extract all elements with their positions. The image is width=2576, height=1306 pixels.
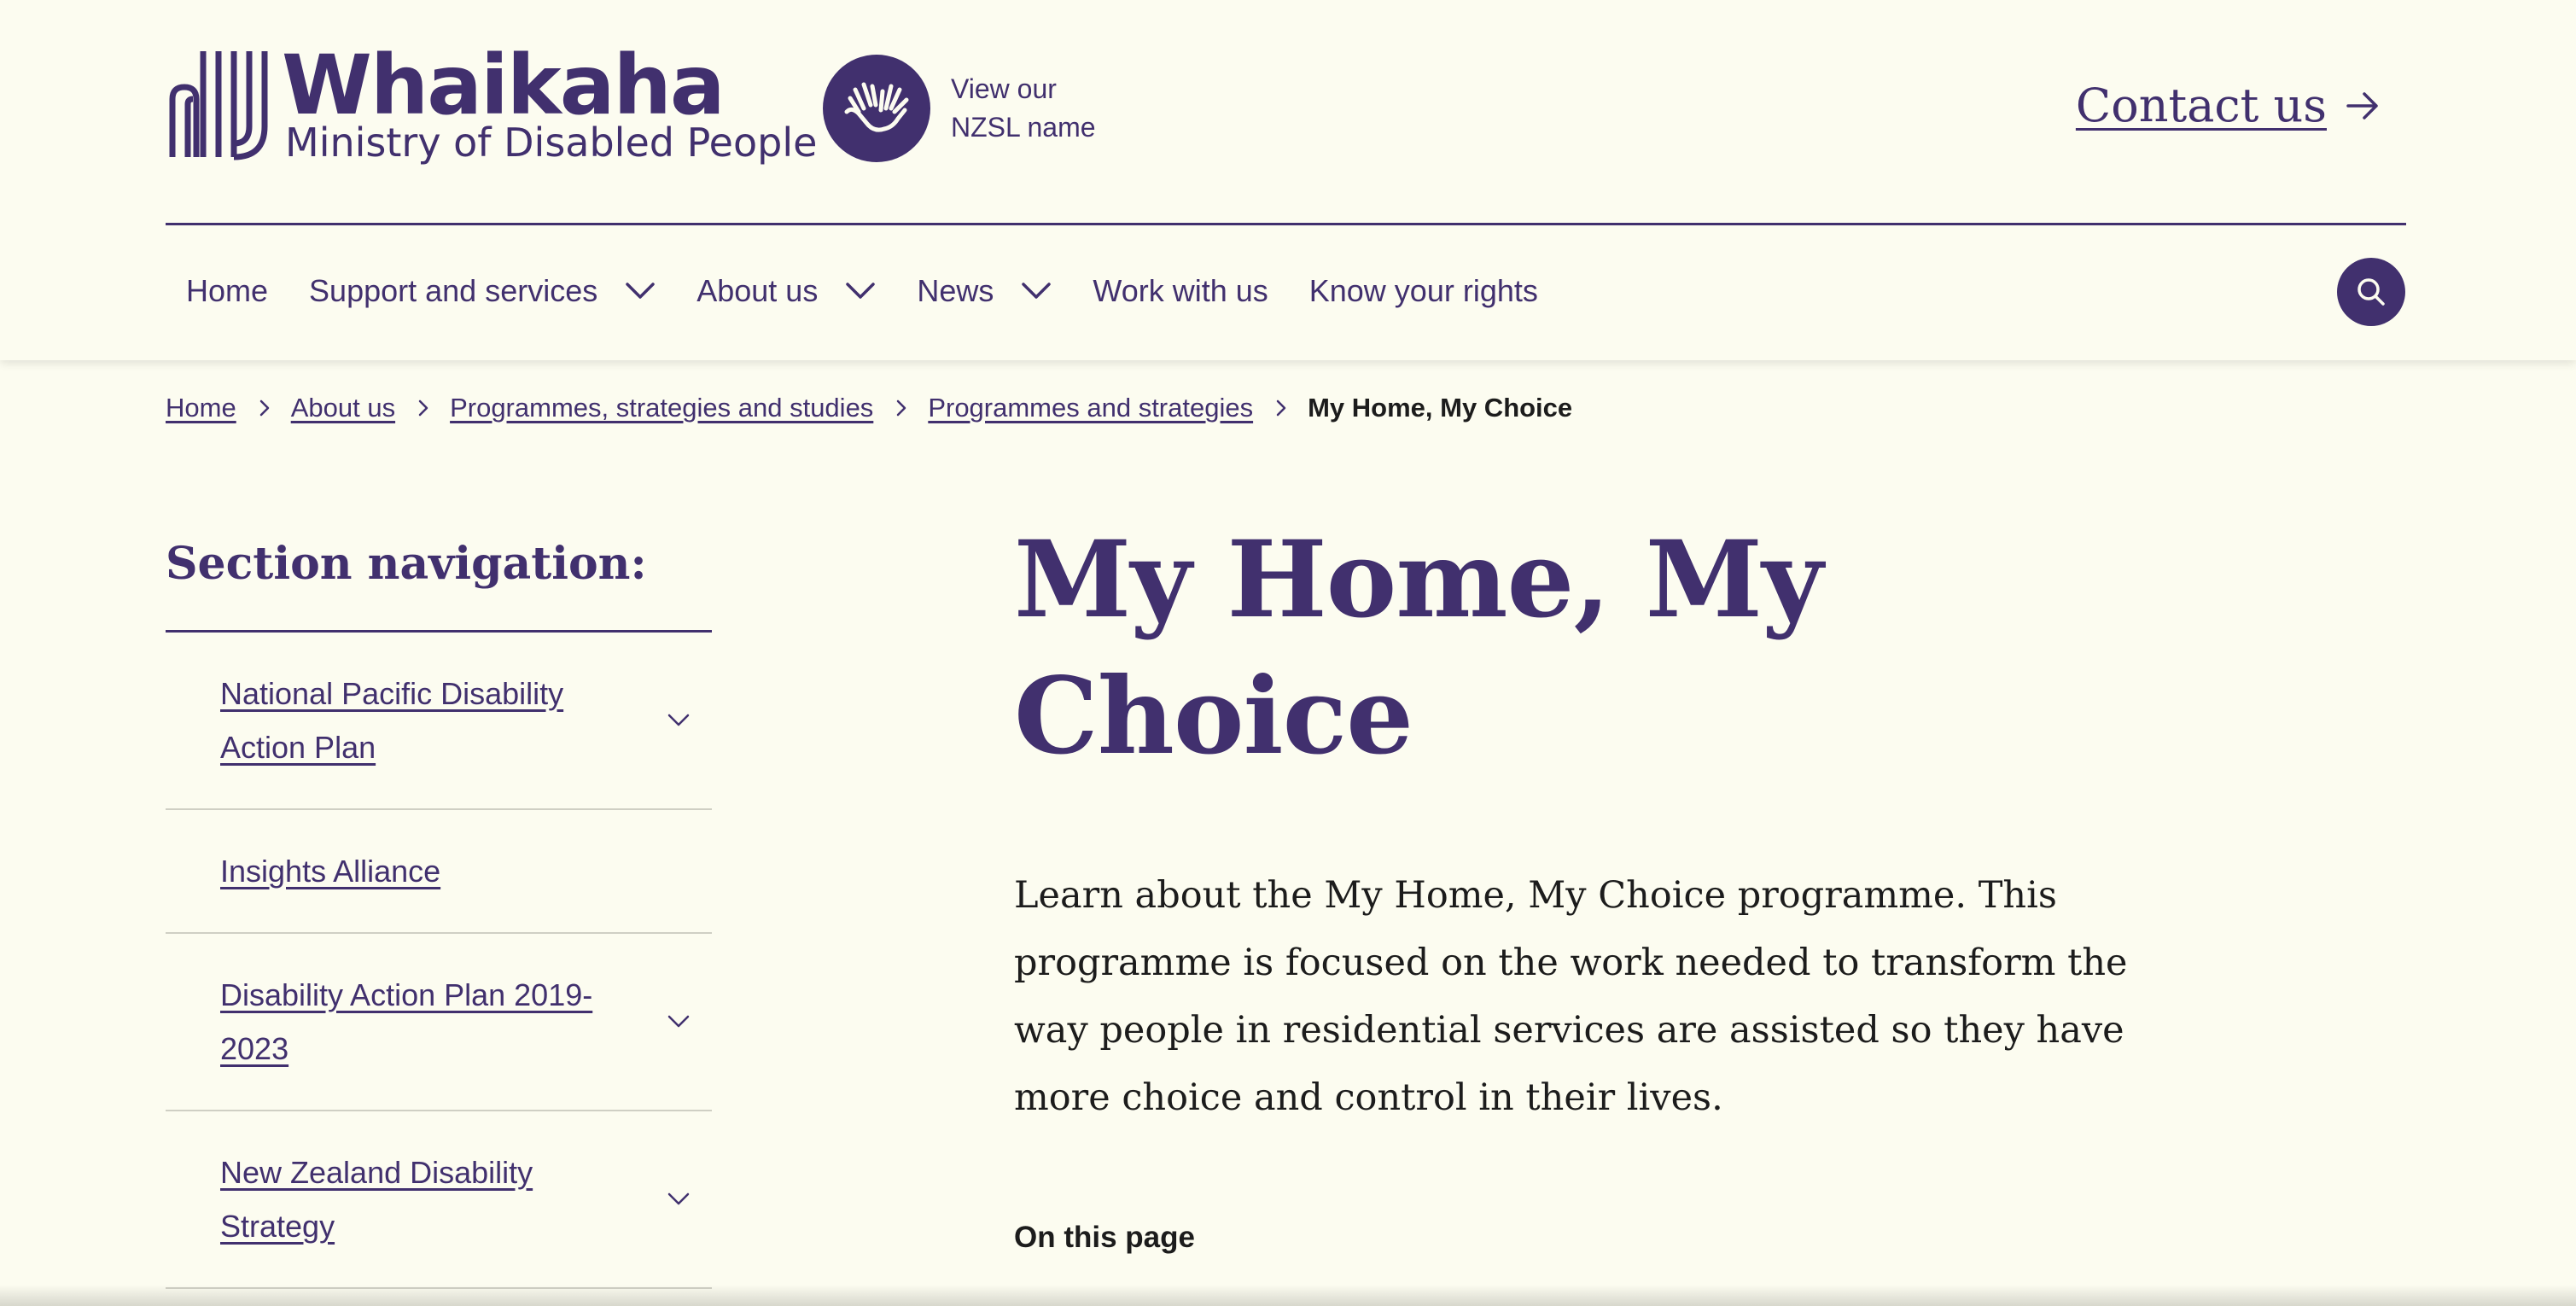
- breadcrumb: Home About us Programmes, strategies and…: [166, 389, 1572, 427]
- logo-subtitle: Ministry of Disabled People: [285, 120, 818, 166]
- header-divider: [166, 223, 2406, 225]
- chevron-down-icon: [667, 1015, 690, 1028]
- nav-item-news[interactable]: News: [896, 261, 1072, 321]
- hands-icon: [823, 55, 930, 162]
- section-nav-link-disability-action-plan[interactable]: Disability Action Plan 2019-2023: [166, 934, 712, 1076]
- nav-item-know-your-rights[interactable]: Know your rights: [1289, 261, 1559, 321]
- nav-label: About us: [696, 273, 819, 308]
- scroll-shadow: [0, 1285, 2576, 1306]
- chevron-down-icon: [626, 283, 655, 299]
- section-nav-link-nz-disability-strategy[interactable]: New Zealand Disability Strategy: [166, 1111, 712, 1253]
- nzsl-name-link[interactable]: View our NZSL name: [823, 55, 1122, 162]
- section-nav: National Pacific Disability Action Plan …: [166, 633, 712, 1289]
- expand-toggle[interactable]: [645, 633, 712, 808]
- contact-us-label: Contact us: [2075, 79, 2327, 132]
- chevron-down-icon: [846, 283, 876, 299]
- section-nav-title: Section navigation:: [166, 538, 647, 590]
- expand-toggle[interactable]: [645, 1111, 712, 1287]
- nav-label: Support and services: [309, 273, 598, 308]
- nav-label: Know your rights: [1308, 273, 1538, 308]
- search-button[interactable]: [2337, 258, 2405, 326]
- search-icon: [2357, 278, 2385, 306]
- chevron-down-icon: [667, 1192, 690, 1205]
- site-header: Whaikaha Ministry of Disabled People Vie…: [0, 0, 2576, 360]
- on-this-page-heading: On this page: [1014, 1221, 1195, 1254]
- arrow-right-icon: [2346, 91, 2378, 120]
- nzsl-label: View our NZSL name: [951, 73, 1096, 143]
- nav-item-support-and-services[interactable]: Support and services: [288, 261, 676, 321]
- expand-toggle[interactable]: [645, 934, 712, 1110]
- chevron-right-icon: [1275, 399, 1287, 417]
- breadcrumb-link-programmes-strategies-studies[interactable]: Programmes, strategies and studies: [450, 393, 873, 423]
- section-nav-item: Insights Alliance: [166, 810, 712, 934]
- main-nav: Home Support and services About us News …: [166, 261, 1559, 321]
- section-nav-item: National Pacific Disability Action Plan: [166, 633, 712, 810]
- breadcrumb-link-programmes-and-strategies[interactable]: Programmes and strategies: [928, 393, 1253, 423]
- section-nav-link-national-pacific[interactable]: National Pacific Disability Action Plan: [166, 633, 712, 774]
- breadcrumb-link-home[interactable]: Home: [166, 393, 236, 423]
- breadcrumb-current: My Home, My Choice: [1308, 393, 1573, 423]
- breadcrumb-link-about-us[interactable]: About us: [291, 393, 395, 423]
- nav-label: Work with us: [1093, 273, 1268, 308]
- logo-mark-icon: [169, 51, 268, 160]
- nav-label: News: [917, 273, 994, 308]
- chevron-down-icon: [1022, 283, 1052, 299]
- nav-item-home[interactable]: Home: [166, 261, 288, 321]
- site-logo[interactable]: Whaikaha Ministry of Disabled People: [166, 38, 817, 172]
- chevron-right-icon: [259, 399, 271, 417]
- chevron-right-icon: [895, 399, 907, 417]
- chevron-down-icon: [667, 714, 690, 726]
- page-intro: Learn about the My Home, My Choice progr…: [1014, 874, 2128, 1119]
- nav-label: Home: [186, 273, 269, 308]
- nav-item-about-us[interactable]: About us: [676, 261, 896, 321]
- contact-us-link[interactable]: Contact us: [2076, 79, 2380, 132]
- chevron-right-icon: [417, 399, 429, 417]
- page-title: My Home, My Choice: [1014, 518, 1823, 778]
- nav-item-work-with-us[interactable]: Work with us: [1072, 261, 1288, 321]
- section-nav-item: Disability Action Plan 2019-2023: [166, 934, 712, 1111]
- section-nav-item: New Zealand Disability Strategy: [166, 1111, 712, 1289]
- section-nav-link-insights-alliance[interactable]: Insights Alliance: [166, 810, 712, 898]
